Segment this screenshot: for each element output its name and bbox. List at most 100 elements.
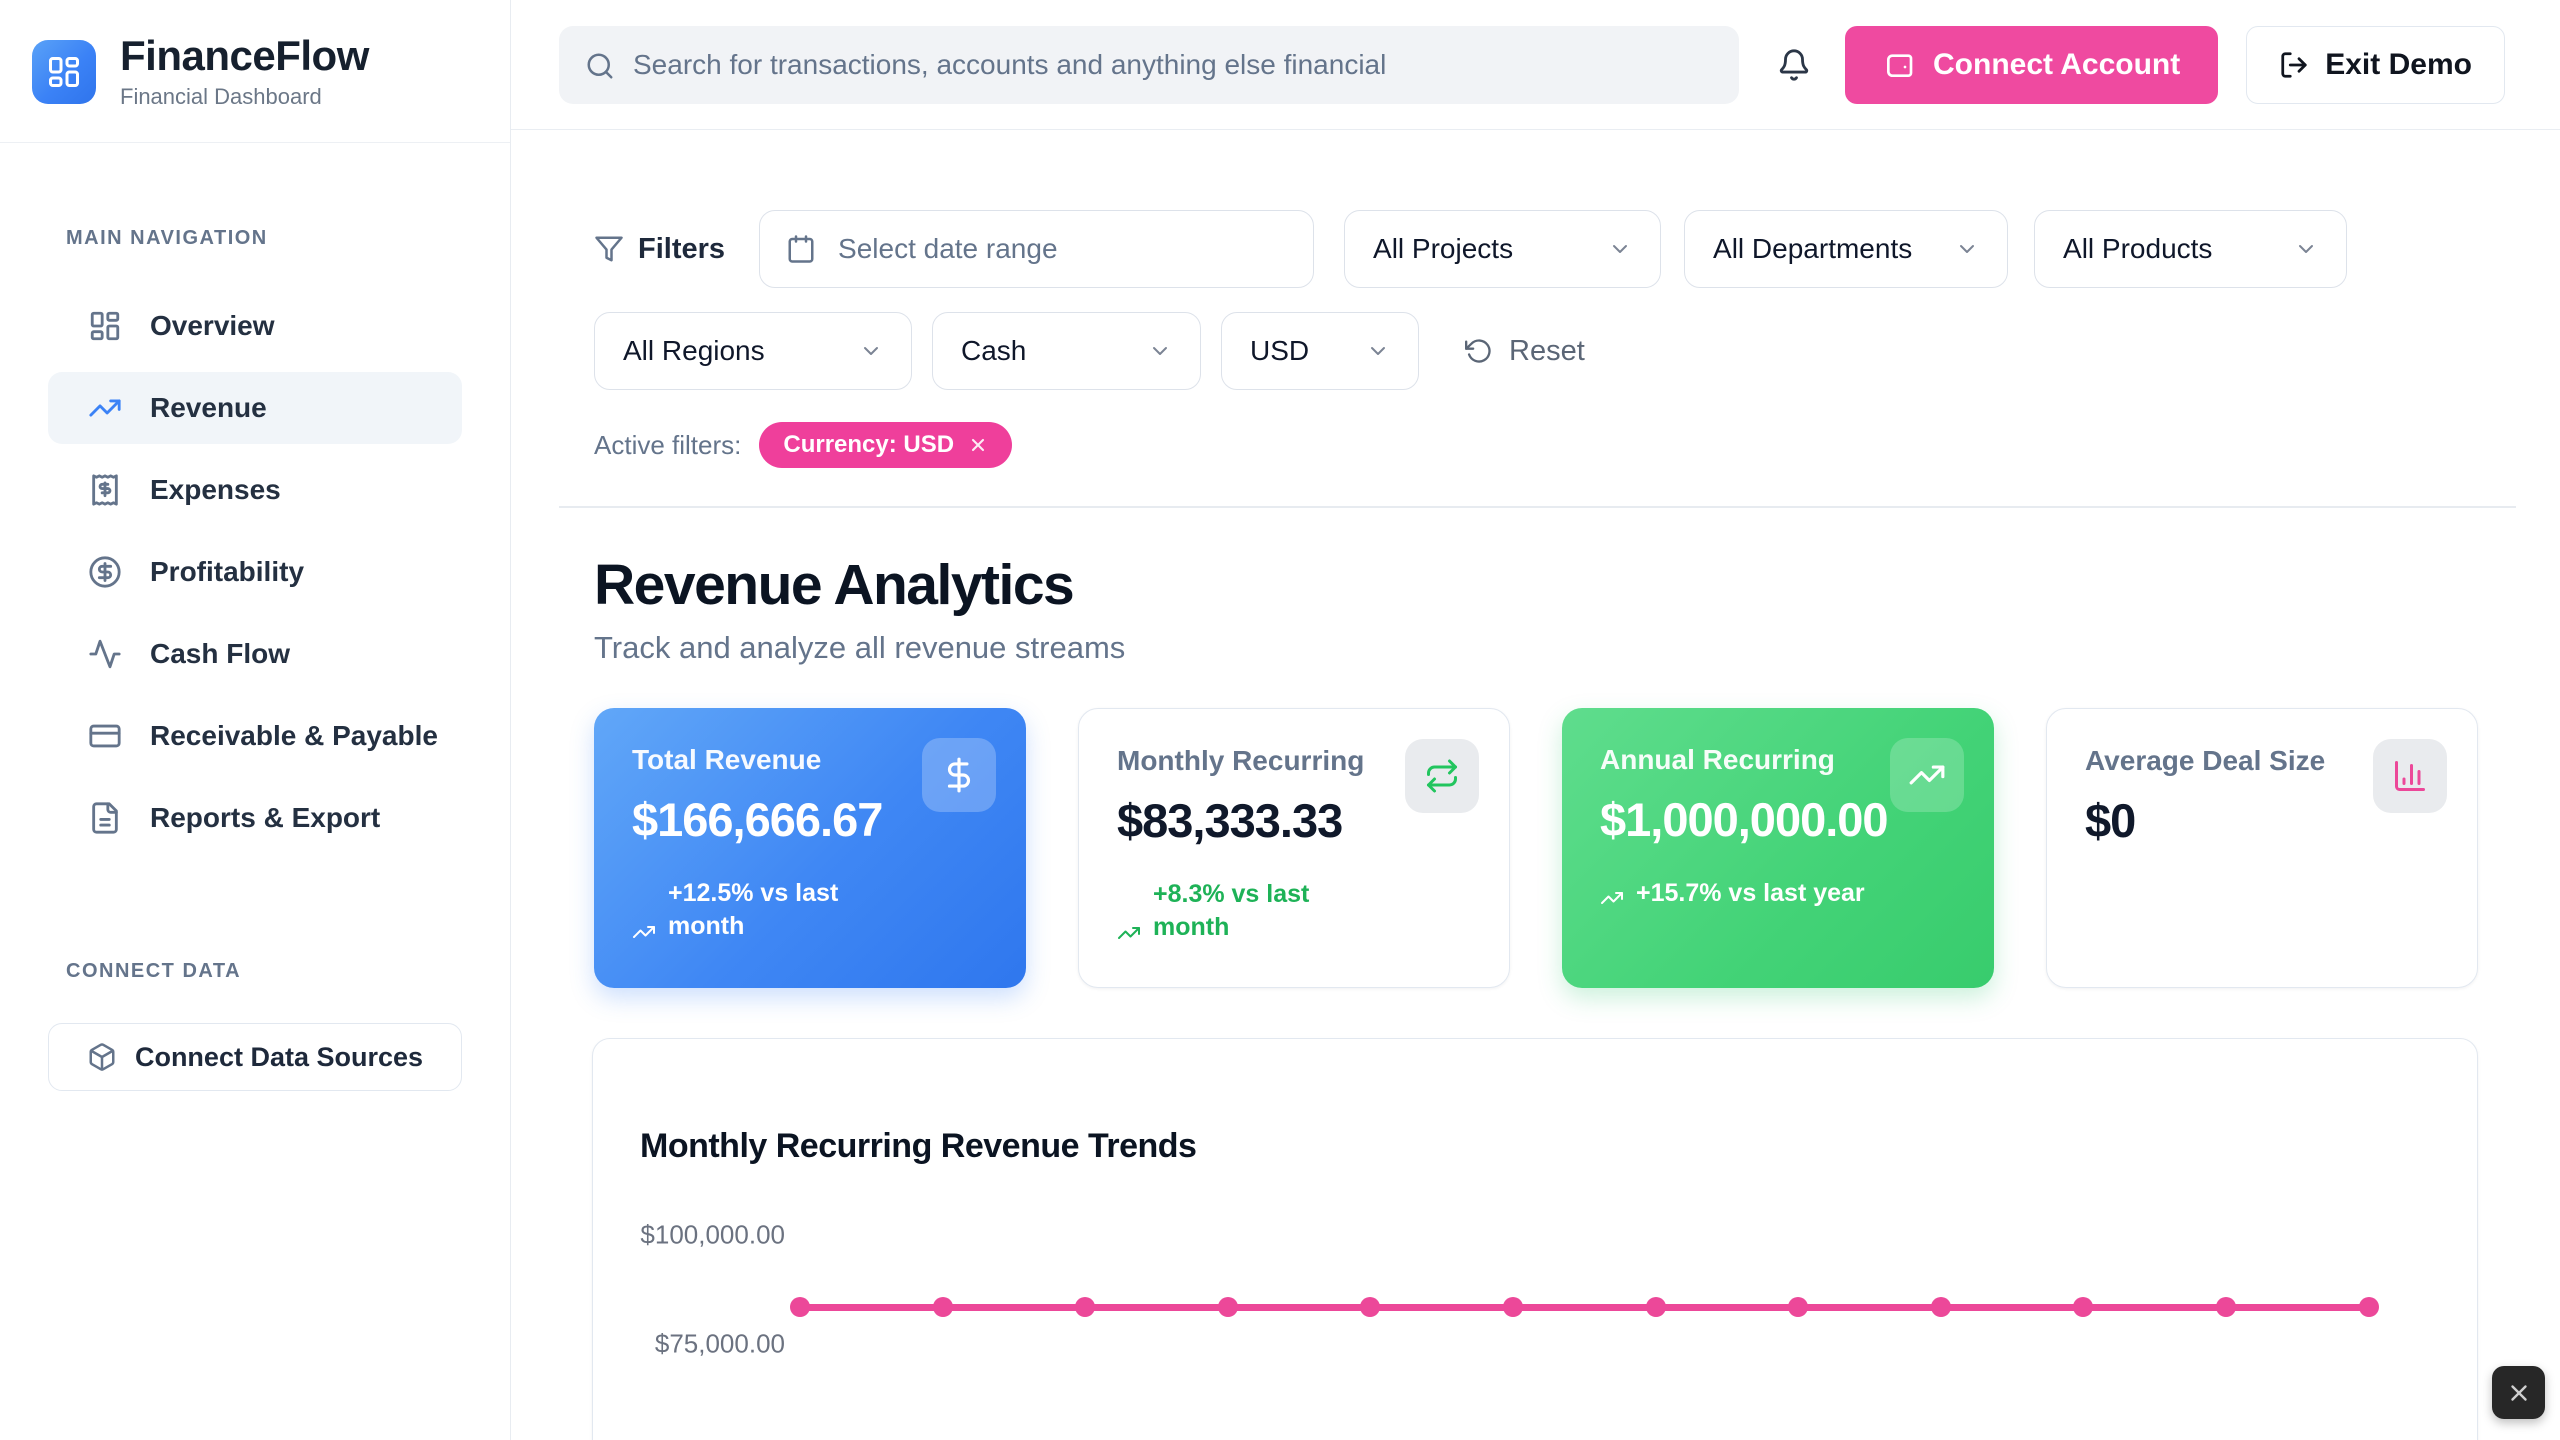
metric-card-monthly-recurring: Monthly Recurring $83,333.33 +8.3% vs la… (1078, 708, 1510, 988)
search-input[interactable] (559, 26, 1739, 104)
page-heading: Revenue Analytics Track and analyze all … (594, 552, 2516, 666)
connect-account-button[interactable]: Connect Account (1845, 26, 2218, 104)
exit-demo-label: Exit Demo (2325, 48, 2472, 82)
sidebar-item-cash-flow[interactable]: Cash Flow (48, 618, 462, 690)
metric-card-annual-recurring: Annual Recurring $1,000,000.00 +15.7% vs… (1562, 708, 1994, 988)
connect-data-sources-button[interactable]: Connect Data Sources (48, 1023, 462, 1091)
search-bar (559, 26, 1739, 104)
sidebar-item-label: Expenses (150, 474, 281, 506)
sidebar-item-overview[interactable]: Overview (48, 290, 462, 362)
data-point-marker (2073, 1297, 2093, 1317)
metric-cards: Total Revenue $166,666.67 +12.5% vs last… (594, 708, 2478, 988)
trend-up-icon (1117, 921, 1141, 945)
sidebar-item-label: Revenue (150, 392, 267, 424)
section-divider (559, 506, 2516, 508)
sidebar-item-reports-export[interactable]: Reports & Export (48, 782, 462, 854)
line-segment (943, 1304, 1086, 1311)
data-point-marker (1075, 1297, 1095, 1317)
revenue-trend-plot: $100,000.00$75,000.00$50,000.00 (593, 1039, 2477, 1440)
brand-block: FinanceFlow Financial Dashboard (0, 0, 510, 143)
brand-tagline: Financial Dashboard (120, 84, 369, 110)
cube-icon (87, 1042, 117, 1072)
file-text-icon (88, 801, 122, 835)
currency-dropdown[interactable]: USD (1221, 312, 1419, 390)
line-segment (2083, 1304, 2226, 1311)
date-range-placeholder: Select date range (838, 233, 1058, 265)
line-segment (1656, 1304, 1799, 1311)
sidebar: FinanceFlow Financial Dashboard MAIN NAV… (0, 0, 511, 1440)
data-point-marker (2359, 1297, 2379, 1317)
metric-change: +15.7% vs last year (1600, 877, 1956, 911)
search-icon (585, 51, 615, 81)
app-logo-icon (32, 40, 96, 104)
currency-filter-chip[interactable]: Currency: USD (759, 422, 1012, 468)
line-segment (1085, 1304, 1228, 1311)
topbar: Connect Account Exit Demo (511, 0, 2560, 130)
data-point-marker (1360, 1297, 1380, 1317)
departments-dropdown[interactable]: All Departments (1684, 210, 2008, 288)
rotate-ccw-icon (1465, 337, 1493, 365)
metric-card-average-deal-size: Average Deal Size $0 (2046, 708, 2478, 988)
log-out-icon (2279, 50, 2309, 80)
metric-card-total-revenue: Total Revenue $166,666.67 +12.5% vs last… (594, 708, 1026, 988)
products-dropdown-value: All Products (2063, 233, 2212, 265)
line-segment (2226, 1304, 2369, 1311)
chevron-down-icon (1366, 339, 1390, 363)
reset-filters-button[interactable]: Reset (1465, 335, 1585, 368)
regions-dropdown[interactable]: All Regions (594, 312, 912, 390)
basis-dropdown[interactable]: Cash (932, 312, 1201, 390)
trending-up-icon (1890, 738, 1964, 812)
filters-label-group: Filters (594, 233, 725, 266)
data-point-marker (933, 1297, 953, 1317)
credit-card-icon (88, 719, 122, 753)
active-filters-label: Active filters: (594, 430, 741, 461)
data-point-marker (2216, 1297, 2236, 1317)
remove-filter-x-icon[interactable] (968, 435, 988, 455)
sidebar-item-label: Overview (150, 310, 275, 342)
receipt-icon (88, 473, 122, 507)
data-point-marker (1218, 1297, 1238, 1317)
sidebar-item-label: Receivable & Payable (150, 720, 438, 752)
line-segment (1228, 1304, 1371, 1311)
sidebar-item-expenses[interactable]: Expenses (48, 454, 462, 526)
regions-dropdown-value: All Regions (623, 335, 765, 367)
connect-data-sources-label: Connect Data Sources (135, 1042, 423, 1073)
chevron-down-icon (2294, 237, 2318, 261)
data-point-marker (1503, 1297, 1523, 1317)
metric-change: +8.3% vs last month (1117, 878, 1471, 946)
main-navigation-header: MAIN NAVIGATION (66, 227, 510, 250)
date-range-input[interactable]: Select date range (759, 210, 1314, 288)
connect-account-label: Connect Account (1933, 48, 2180, 82)
sidebar-item-profitability[interactable]: Profitability (48, 536, 462, 608)
products-dropdown[interactable]: All Products (2034, 210, 2347, 288)
sidebar-item-revenue[interactable]: Revenue (48, 372, 462, 444)
dismiss-overlay-button[interactable] (2492, 1366, 2545, 1419)
connect-data-header: CONNECT DATA (66, 960, 510, 983)
exit-demo-button[interactable]: Exit Demo (2246, 26, 2505, 104)
sidebar-item-receivable-payable[interactable]: Receivable & Payable (48, 700, 462, 772)
metric-change: +12.5% vs last month (632, 877, 988, 945)
page-subtitle: Track and analyze all revenue streams (594, 630, 2516, 666)
content: Filters Select date range All Projects A… (511, 130, 2560, 1440)
filters-section: Filters Select date range All Projects A… (594, 210, 2516, 468)
basis-dropdown-value: Cash (961, 335, 1026, 367)
currency-dropdown-value: USD (1250, 335, 1309, 367)
line-segment (1798, 1304, 1941, 1311)
sidebar-item-label: Reports & Export (150, 802, 380, 834)
line-segment (1513, 1304, 1656, 1311)
trend-up-icon (1600, 886, 1624, 910)
page-title: Revenue Analytics (594, 552, 2516, 618)
filters-row-2: All Regions Cash USD Reset (594, 312, 2516, 390)
data-point-marker (790, 1297, 810, 1317)
data-point-marker (1788, 1297, 1808, 1317)
y-axis-tick-label: $75,000.00 (593, 1328, 785, 1359)
sidebar-item-label: Profitability (150, 556, 304, 588)
filters-label: Filters (638, 233, 725, 266)
metric-change-text: +15.7% vs last year (1636, 877, 1865, 911)
metric-change-text: +12.5% vs last month (668, 877, 893, 945)
active-filters-row: Active filters: Currency: USD (594, 422, 2516, 468)
mrr-trends-chart-card: Monthly Recurring Revenue Trends $100,00… (592, 1038, 2478, 1440)
notifications-button[interactable] (1777, 48, 1811, 82)
projects-dropdown[interactable]: All Projects (1344, 210, 1661, 288)
wallet-icon (1883, 49, 1915, 81)
